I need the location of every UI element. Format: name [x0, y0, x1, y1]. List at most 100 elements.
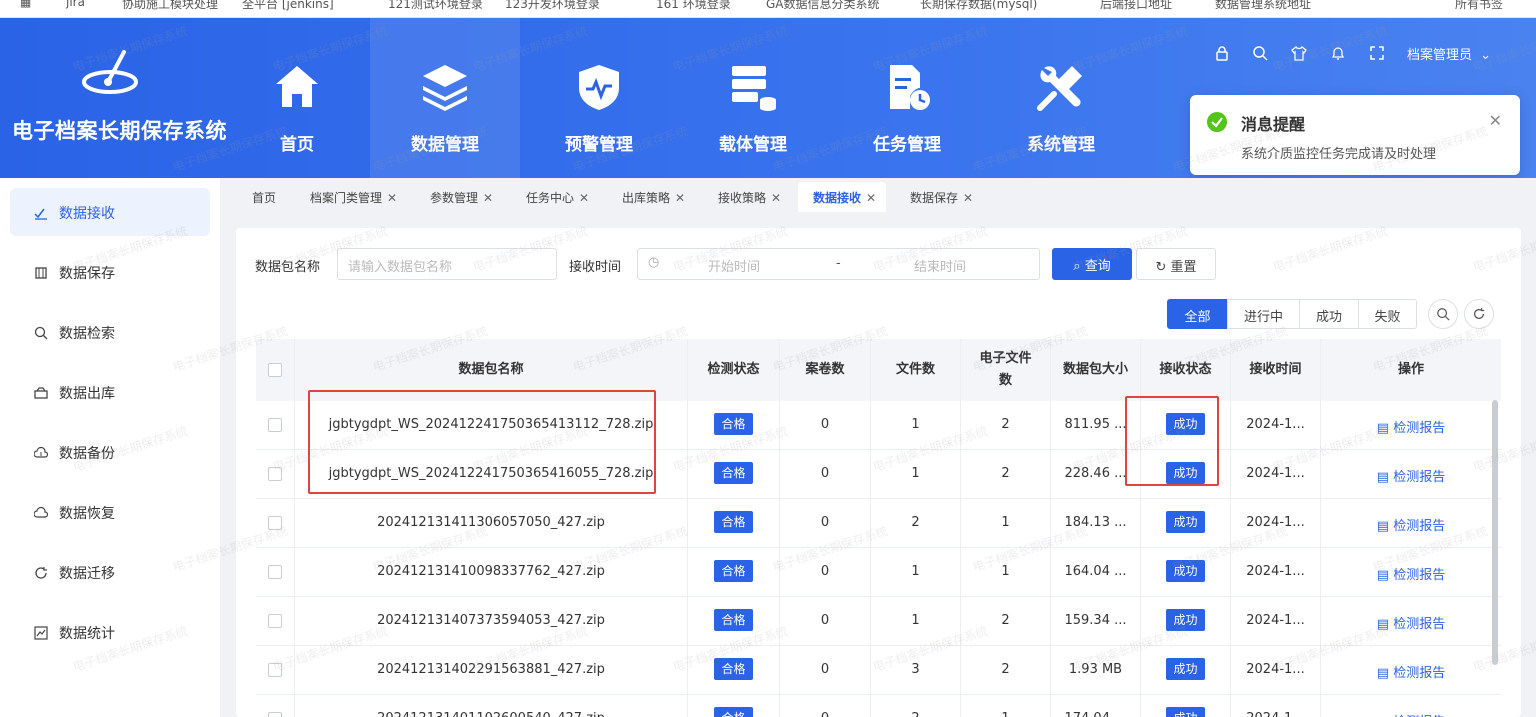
user-menu[interactable]: 档案管理员 ⌄	[1407, 44, 1491, 63]
sidebar-item-data-statistics[interactable]: 数据统计	[10, 608, 210, 656]
status-filter-all[interactable]: 全部	[1167, 299, 1228, 329]
shirt-icon[interactable]	[1291, 45, 1307, 61]
cell-time: 2024-1...	[1231, 401, 1321, 450]
tab-param-management[interactable]: 参数管理 ✕	[430, 182, 493, 212]
end-time-input[interactable]: 结束时间	[914, 256, 966, 275]
column-header[interactable]: 接收状态	[1141, 339, 1231, 401]
table-row[interactable]: jgbtygdpt_WS_202412241750365413112_728.z…	[256, 401, 1501, 450]
column-header[interactable]: 电子文件数	[961, 339, 1051, 401]
bookmark-item[interactable]: 121测试环境登录	[388, 0, 483, 12]
table-row[interactable]: 202412131402291563881_427.zip 合格 0 3 2 1.93 M…	[256, 646, 1501, 695]
sidebar-item-data-search[interactable]: 数据检索	[10, 308, 210, 356]
column-header[interactable]: 接收时间	[1231, 339, 1321, 401]
tab-category-management[interactable]: 档案门类管理 ✕	[310, 182, 397, 212]
bookmark-item[interactable]: 所有书签	[1455, 0, 1503, 12]
start-time-input[interactable]: 开始时间	[708, 256, 760, 275]
fullscreen-icon[interactable]	[1369, 45, 1385, 61]
row-checkbox[interactable]	[268, 614, 282, 628]
nav-carrier-management[interactable]: 载体管理	[678, 18, 828, 178]
receive-time-range[interactable]: ◷ 开始时间 - 结束时间	[637, 248, 1040, 280]
lock-icon[interactable]	[1214, 45, 1230, 61]
cell-status: 成功	[1141, 401, 1231, 450]
sidebar-item-data-backup[interactable]: 数据备份	[10, 428, 210, 476]
tab-data-save[interactable]: 数据保存 ✕	[910, 182, 973, 212]
close-icon[interactable]: ✕	[1489, 111, 1502, 130]
detection-report-link[interactable]: 检测报告	[1393, 519, 1445, 534]
package-name-input[interactable]: 请输入数据包名称	[337, 248, 557, 280]
sidebar-item-data-receive[interactable]: 数据接收	[10, 188, 210, 236]
column-header[interactable]: 文件数	[871, 339, 961, 401]
column-header[interactable]: 案卷数	[780, 339, 871, 401]
tab-label: 首页	[252, 191, 277, 205]
bell-icon[interactable]	[1330, 45, 1346, 61]
detection-report-link[interactable]: 检测报告	[1393, 470, 1445, 485]
bookmark-item[interactable]: 数据管理系统地址	[1215, 0, 1311, 12]
status-filter-success[interactable]: 成功	[1299, 299, 1359, 329]
bookmark-item[interactable]: 长期保存数据(mysql)	[920, 0, 1037, 12]
sidebar-item-data-save[interactable]: 数据保存	[10, 248, 210, 296]
detection-report-link[interactable]: 检测报告	[1393, 568, 1445, 583]
bookmark-item[interactable]: 全平台 [jenkins]	[242, 0, 334, 12]
bookmark-item[interactable]: 后端接口地址	[1100, 0, 1172, 12]
nav-task-management[interactable]: 任务管理	[832, 18, 982, 178]
sidebar-item-data-migrate[interactable]: 数据迁移	[10, 548, 210, 596]
row-checkbox[interactable]	[268, 565, 282, 579]
cell-time: 2024-1...	[1231, 695, 1321, 717]
nav-data-management[interactable]: 数据管理	[370, 18, 520, 178]
column-header[interactable]: 数据包名称	[295, 339, 688, 401]
nav-system-management[interactable]: 系统管理	[986, 18, 1136, 178]
cell-text: 1	[911, 417, 920, 432]
detection-report-link[interactable]: 检测报告	[1393, 617, 1445, 632]
tab-receive-policy[interactable]: 接收策略 ✕	[718, 182, 781, 212]
row-checkbox[interactable]	[268, 712, 282, 717]
column-header[interactable]: 数据包大小	[1051, 339, 1141, 401]
bookmark-item[interactable]: GA数据信息分类系统	[766, 0, 880, 12]
tab-outbound-policy[interactable]: 出库策略 ✕	[622, 182, 685, 212]
table-row[interactable]: 202412131401102600540_427.zip 合格 0 2 1 174.04…	[256, 695, 1501, 717]
query-button[interactable]: ⌕ 查询	[1052, 248, 1132, 280]
close-icon[interactable]: ✕	[675, 191, 685, 205]
segment-label: 失败	[1374, 310, 1401, 325]
bookmark-item[interactable]: 协助施工模块处理	[122, 0, 218, 12]
table-refresh-button[interactable]	[1464, 299, 1494, 329]
close-icon[interactable]: ✕	[579, 191, 589, 205]
tab-data-receive[interactable]: 数据接收 ✕	[798, 182, 887, 212]
table-scrollbar[interactable]	[1492, 400, 1498, 665]
close-icon[interactable]: ✕	[866, 191, 876, 205]
sidebar-item-data-outbound[interactable]: 数据出库	[10, 368, 210, 416]
receive-status-badge: 成功	[1166, 707, 1205, 717]
detection-report-link[interactable]: 检测报告	[1393, 666, 1445, 681]
table-row[interactable]: 202412131411306057050_427.zip 合格 0 2 1 184.13…	[256, 499, 1501, 548]
select-all-checkbox[interactable]	[268, 363, 282, 377]
cell-size: 174.04 ...	[1051, 695, 1141, 717]
reset-button[interactable]: ↻ 重置	[1136, 248, 1216, 280]
sidebar-item-data-restore[interactable]: 数据恢复	[10, 488, 210, 536]
row-checkbox[interactable]	[268, 516, 282, 530]
status-filter-failed[interactable]: 失败	[1358, 299, 1417, 329]
row-checkbox[interactable]	[268, 418, 282, 432]
detection-report-link[interactable]: 检测报告	[1393, 421, 1445, 436]
nav-home[interactable]: 首页	[222, 18, 372, 178]
column-header[interactable]: 检测状态	[688, 339, 780, 401]
column-header[interactable]: 操作	[1321, 339, 1501, 401]
table-row[interactable]: 202412131407373594053_427.zip 合格 0 1 2 159.34…	[256, 597, 1501, 646]
bookmark-item[interactable]: 161 环境登录	[656, 0, 731, 12]
table-row[interactable]: 202412131410098337762_427.zip 合格 0 1 1 164.04…	[256, 548, 1501, 597]
tab-task-center[interactable]: 任务中心 ✕	[526, 182, 589, 212]
row-checkbox[interactable]	[268, 663, 282, 677]
bookmark-item[interactable]: 123开发环境登录	[505, 0, 600, 12]
tab-home[interactable]: 首页	[252, 182, 276, 212]
status-filter-in-progress[interactable]: 进行中	[1227, 299, 1300, 329]
close-icon[interactable]: ✕	[387, 191, 397, 205]
close-icon[interactable]: ✕	[771, 191, 781, 205]
apps-icon[interactable]: ▦	[20, 0, 31, 9]
row-checkbox[interactable]	[268, 467, 282, 481]
close-icon[interactable]: ✕	[483, 191, 493, 205]
search-icon[interactable]	[1252, 45, 1268, 61]
check-status-badge: 合格	[714, 609, 753, 631]
nav-alert-management[interactable]: 预警管理	[524, 18, 674, 178]
bookmark-item[interactable]: jira	[66, 0, 85, 9]
table-search-button[interactable]	[1428, 299, 1458, 329]
close-icon[interactable]: ✕	[963, 191, 973, 205]
table-row[interactable]: jgbtygdpt_WS_202412241750365416055_728.z…	[256, 450, 1501, 499]
